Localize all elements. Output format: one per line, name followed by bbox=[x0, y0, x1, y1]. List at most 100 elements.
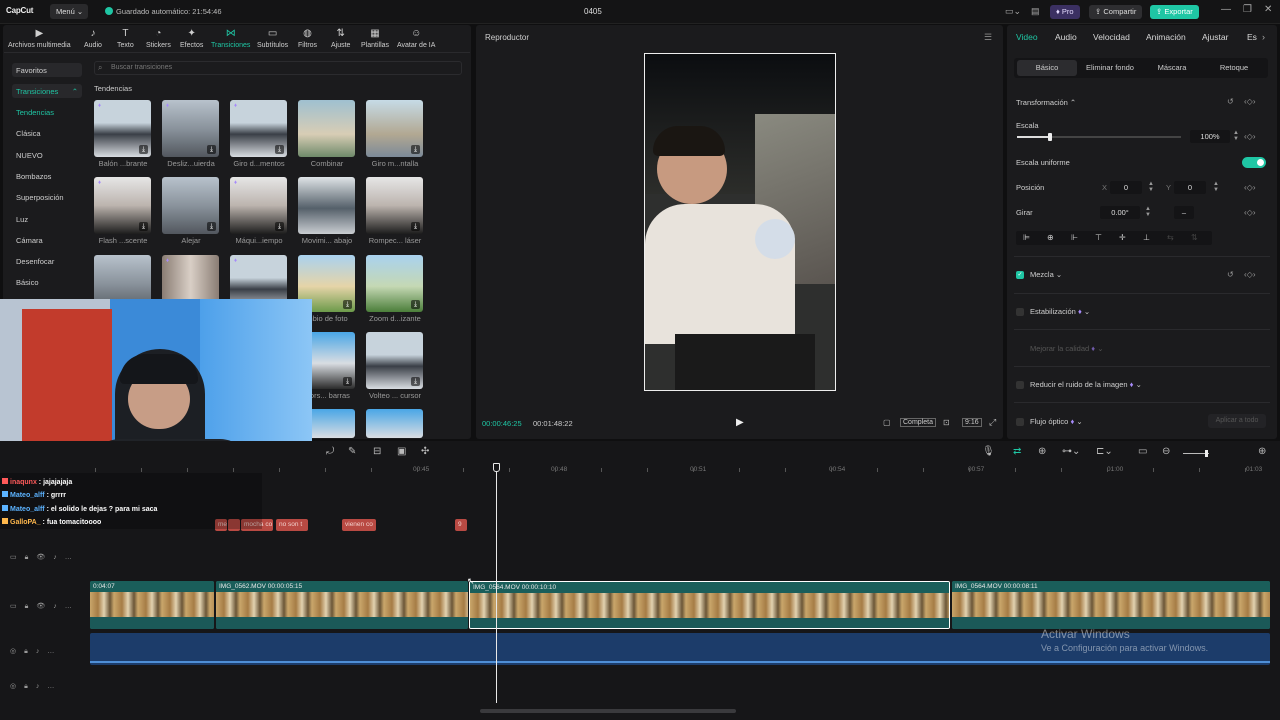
download-icon[interactable]: ⤓ bbox=[411, 300, 420, 309]
track-controls-audio[interactable]: ◎🔒︎♪… bbox=[10, 647, 62, 656]
split-icon[interactable]: ⤾ bbox=[326, 446, 334, 457]
zoom-in-icon[interactable]: ⊕ bbox=[1258, 446, 1266, 457]
tool-audio[interactable]: ♪ Audio bbox=[84, 28, 102, 49]
sidebar-item-tendencias[interactable]: Tendencias bbox=[16, 108, 54, 117]
play-icon[interactable]: ▶ bbox=[736, 417, 744, 428]
playhead[interactable] bbox=[496, 463, 497, 703]
pos-x-input[interactable]: 0 bbox=[1110, 181, 1142, 194]
rotate-extra-button[interactable]: – bbox=[1174, 206, 1194, 219]
transition-thumbnail[interactable]: ♦⤓ bbox=[94, 177, 151, 234]
tab-animación[interactable]: Animación bbox=[1146, 32, 1186, 42]
flip-h-icon[interactable]: ⇆ bbox=[1167, 233, 1174, 242]
track-controls-overlay[interactable]: ▭🔒︎👁︎♪… bbox=[10, 553, 80, 562]
stabilize-checkbox[interactable] bbox=[1016, 308, 1024, 316]
subtab-eliminar-fondo[interactable]: Eliminar fondo bbox=[1080, 60, 1140, 76]
pos-y-input[interactable]: 0 bbox=[1174, 181, 1206, 194]
tool-ajuste[interactable]: ⇅ Ajuste bbox=[331, 28, 350, 49]
noise-reduction-heading[interactable]: Reducir el ruido de la imagen ♦ ⌄ bbox=[1030, 380, 1142, 389]
transition-thumbnail[interactable]: ♦⤓ bbox=[230, 100, 287, 157]
tool-avatar-de-ia[interactable]: ☺ Avatar de IA bbox=[397, 28, 435, 49]
tool-archivos-multimedia[interactable]: ▶ Archivos multimedia bbox=[8, 28, 71, 49]
fit-icon[interactable]: ▢ bbox=[883, 418, 891, 427]
track-controls-main[interactable]: ▭🔒︎👁︎♪… bbox=[10, 602, 80, 611]
transition-thumbnail[interactable] bbox=[366, 409, 423, 438]
tab-video[interactable]: Video bbox=[1016, 32, 1038, 42]
subtitle-clip[interactable]: no son t bbox=[276, 519, 308, 531]
video-preview[interactable] bbox=[644, 53, 836, 391]
smart-icon[interactable]: ✣ bbox=[421, 446, 429, 457]
snap-icon[interactable]: ⊕ bbox=[1038, 446, 1046, 457]
transition-thumbnail[interactable] bbox=[298, 177, 355, 234]
download-icon[interactable]: ⤓ bbox=[411, 145, 420, 154]
preview-axis-icon[interactable]: ⊏⌄ bbox=[1096, 446, 1113, 457]
zoom-out-icon[interactable]: ⊖ bbox=[1162, 446, 1170, 457]
subtab-retoque[interactable]: Retoque bbox=[1204, 60, 1264, 76]
magic-icon[interactable]: ✎ bbox=[348, 446, 356, 457]
sidebar-favorites[interactable]: Favoritos bbox=[12, 63, 82, 77]
tool-stickers[interactable]: ◔ Stickers bbox=[146, 28, 171, 49]
pos-x-stepper-icon[interactable]: ▲ ▼ bbox=[1147, 181, 1155, 194]
share-button[interactable]: ⇪ Compartir bbox=[1089, 5, 1143, 19]
video-clip[interactable]: 0:04:07 bbox=[90, 581, 214, 629]
download-icon[interactable]: ⤓ bbox=[343, 377, 352, 386]
optical-flow-heading[interactable]: Flujo óptico ♦ ⌄ bbox=[1030, 417, 1083, 426]
shortcuts-icon[interactable]: ▤ bbox=[1031, 6, 1040, 17]
video-clip[interactable]: IMG_0562.MOV 00:00:05:15 bbox=[216, 581, 468, 629]
sidebar-item-bombazos[interactable]: Bombazos bbox=[16, 172, 51, 181]
pos-y-stepper-icon[interactable]: ▲ ▼ bbox=[1212, 181, 1220, 194]
sidebar-section-transitions[interactable]: Transiciones ⌃ bbox=[12, 84, 82, 98]
stabilize-heading[interactable]: Estabilización ♦ ⌄ bbox=[1030, 307, 1090, 316]
microphone-icon[interactable]: 🎙︎ bbox=[982, 446, 995, 457]
transition-thumbnail[interactable]: ⤓ bbox=[366, 332, 423, 389]
tool-transiciones[interactable]: ⋈ Transiciones bbox=[211, 28, 250, 49]
subtitle-clip[interactable]: vienen co bbox=[342, 519, 376, 531]
transition-thumbnail[interactable]: ⤓ bbox=[366, 177, 423, 234]
rotate-keyframe-icon[interactable]: ‹◇› bbox=[1244, 208, 1255, 217]
focus-icon[interactable]: ⊡ bbox=[943, 418, 950, 427]
scale-keyframe-icon[interactable]: ‹◇› bbox=[1244, 132, 1255, 141]
layout-icon[interactable]: ▭⌄ bbox=[1005, 6, 1021, 17]
crop-icon[interactable]: ⊟ bbox=[373, 446, 381, 457]
optical-flow-checkbox[interactable] bbox=[1016, 418, 1024, 426]
sidebar-item-clásica[interactable]: Clásica bbox=[16, 129, 41, 138]
tool-texto[interactable]: T Texto bbox=[117, 28, 134, 49]
rotate-stepper-icon[interactable]: ▲ ▼ bbox=[1144, 206, 1152, 219]
download-icon[interactable]: ⤓ bbox=[343, 300, 352, 309]
transition-thumbnail[interactable]: ♦⤓ bbox=[162, 100, 219, 157]
video-clip-selected[interactable]: IMG_0564.MOV 00:00:10:10 bbox=[469, 581, 950, 629]
reset-icon[interactable]: ↺ bbox=[1227, 270, 1234, 279]
video-clip[interactable]: IMG_0564.MOV 00:00:08:11 bbox=[952, 581, 1270, 629]
sidebar-item-nuevo[interactable]: NUEVO bbox=[16, 151, 43, 160]
scale-input[interactable]: 100% bbox=[1190, 130, 1230, 143]
ratio-mode-button[interactable]: Completa bbox=[900, 418, 936, 427]
align-left-icon[interactable]: ⊫ bbox=[1023, 233, 1030, 242]
sidebar-item-básico[interactable]: Básico bbox=[16, 278, 39, 287]
subtab-máscara[interactable]: Máscara bbox=[1142, 60, 1202, 76]
track-controls-audio-2[interactable]: ◎🔒︎♪… bbox=[10, 682, 62, 691]
scale-stepper-icon[interactable]: ▲ ▼ bbox=[1232, 130, 1240, 143]
chain-icon[interactable]: ⊶⌄ bbox=[1062, 446, 1080, 457]
align-top-icon[interactable]: ⊤ bbox=[1095, 233, 1102, 242]
menu-button[interactable]: Menú ⌄ bbox=[50, 4, 88, 19]
reset-icon[interactable]: ↺ bbox=[1227, 97, 1234, 106]
transition-thumbnail[interactable]: ⤓ bbox=[366, 255, 423, 312]
download-icon[interactable]: ⤓ bbox=[411, 377, 420, 386]
tab-audio[interactable]: Audio bbox=[1055, 32, 1077, 42]
align-right-icon[interactable]: ⊩ bbox=[1071, 233, 1078, 242]
tab-velocidad[interactable]: Velocidad bbox=[1093, 32, 1130, 42]
download-icon[interactable]: ⤓ bbox=[139, 222, 148, 231]
sidebar-item-superposición[interactable]: Superposición bbox=[16, 193, 64, 202]
download-icon[interactable]: ⤓ bbox=[275, 145, 284, 154]
noise-reduction-checkbox[interactable] bbox=[1016, 381, 1024, 389]
sidebar-item-desenfocar[interactable]: Desenfocar bbox=[16, 257, 54, 266]
align-center-h-icon[interactable]: ⊕ bbox=[1047, 233, 1054, 242]
link-icon[interactable]: ⇄ bbox=[1013, 446, 1021, 457]
uniform-scale-toggle[interactable] bbox=[1242, 157, 1266, 168]
export-button[interactable]: ⇪ Exportar bbox=[1150, 5, 1199, 19]
close-icon[interactable]: ✕ bbox=[1264, 4, 1272, 15]
transition-thumbnail[interactable]: ⤓ bbox=[366, 100, 423, 157]
position-keyframe-icon[interactable]: ‹◇› bbox=[1244, 183, 1255, 192]
keyframe-nav-icon[interactable]: ‹◇› bbox=[1244, 97, 1255, 106]
chevron-right-icon[interactable]: › bbox=[1262, 32, 1265, 42]
tool-subtítulos[interactable]: ▭ Subtítulos bbox=[257, 28, 288, 49]
